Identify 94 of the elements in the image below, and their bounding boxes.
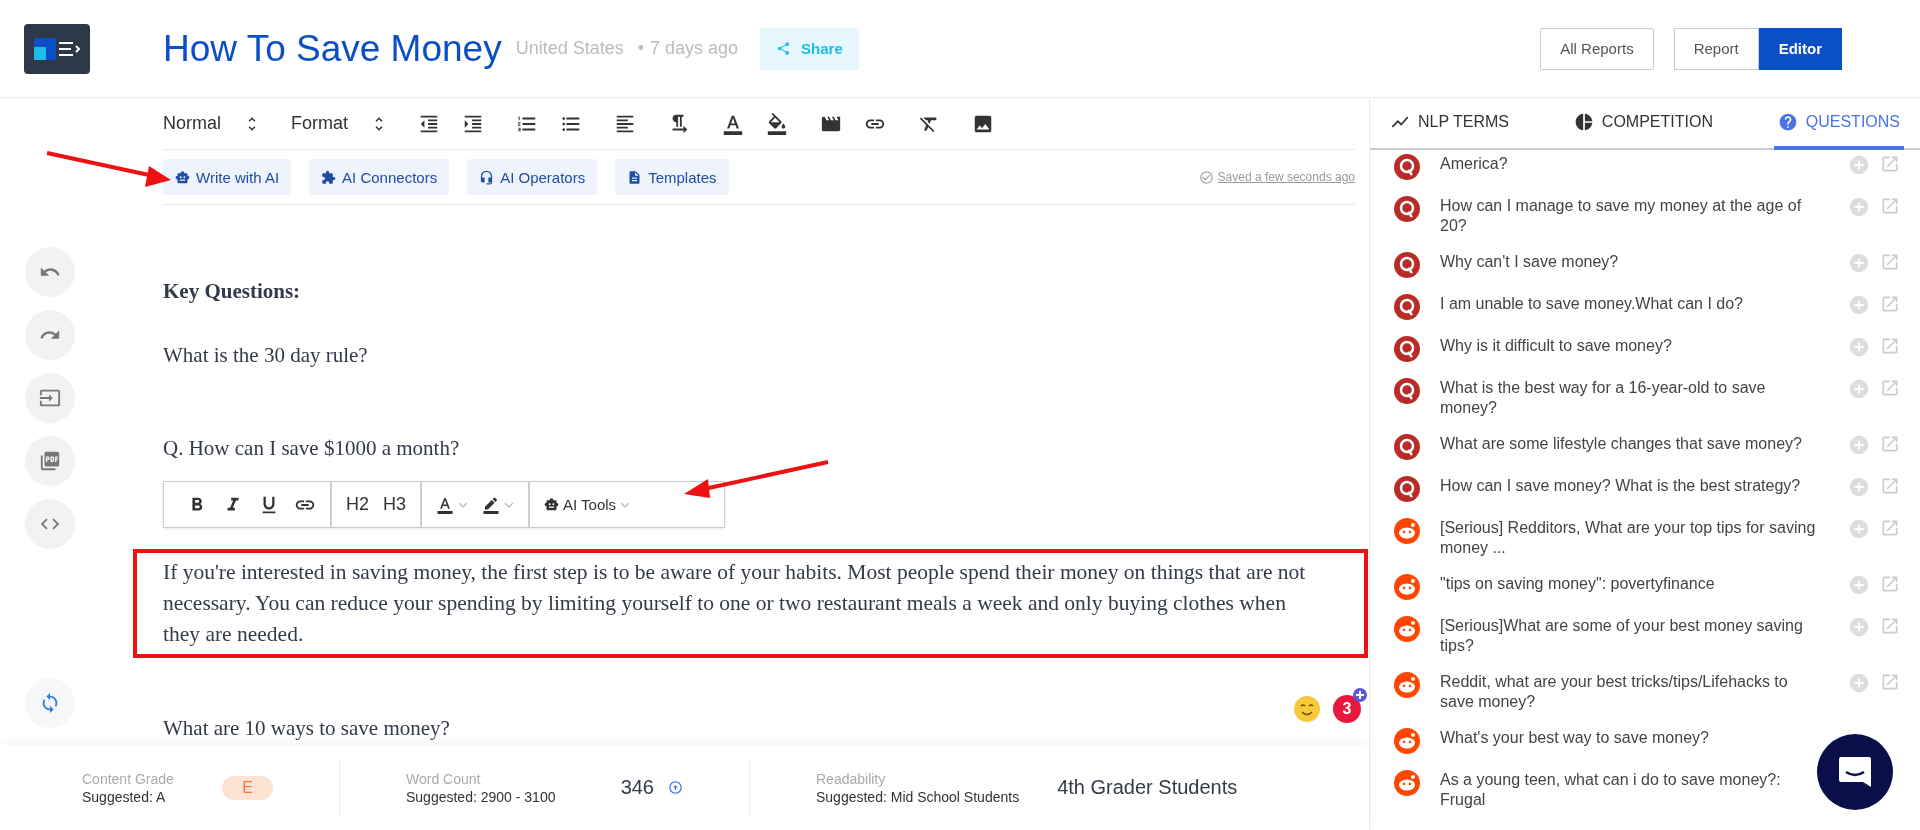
undo-button[interactable] [25,247,75,297]
question-item[interactable]: "tips on saving money": povertyfinance [1440,574,1820,594]
quora-icon [1394,154,1420,180]
question-item[interactable]: [Serious]What are some of your best money saving tips? [1440,616,1820,656]
quora-icon [1394,294,1420,320]
ai-button[interactable]: Write with AI [163,159,292,195]
reddit-icon [1394,574,1420,600]
ai-button[interactable]: Templates [615,159,729,195]
quora-icon [1394,336,1420,362]
redo-button[interactable] [25,310,75,360]
ai-button[interactable]: AI Connectors [309,159,450,195]
pdf-button[interactable] [25,436,75,486]
metric-label: Word Count [406,770,482,787]
ai-tools-dropdown[interactable]: AI Tools [544,496,631,513]
question-item[interactable]: Why can't I save money? [1440,252,1820,272]
reddit-icon [1394,672,1420,698]
reddit-icon [1394,728,1420,754]
chat-icon [1837,755,1873,789]
quora-icon [1394,196,1420,222]
question-text: Q. How can I save $1000 a month? [163,436,461,461]
document-icon [627,169,643,185]
block-style-select[interactable]: Normal [163,113,261,134]
metric-label: Content Grade [82,770,174,787]
pie-chart-icon [1573,112,1594,132]
arrow-up-icon[interactable] [668,780,683,795]
logo-icon [33,37,56,60]
code-button[interactable] [25,499,75,549]
question-item[interactable]: As a young teen, what can i do to save money?: Frugal [1440,770,1820,810]
location-text: United States [515,38,624,59]
question-item[interactable]: How can I save money? What is the best strategy? [1440,476,1820,496]
readability-value: 4th Grader Students [1057,776,1238,799]
sync-button[interactable] [25,678,75,728]
robot-icon [544,497,560,512]
question-icon [1777,112,1798,132]
panel-tab[interactable]: COMPETITION [1569,98,1717,150]
suggested-text: Suggested: 2900 - 3100 [406,788,556,805]
text-color-icon [436,495,455,514]
heading-button[interactable]: H3 [383,494,407,515]
view-toggle[interactable]: Editor [1758,27,1842,70]
quora-icon [1394,378,1420,404]
notification-badge: 3 [1333,695,1361,723]
text-color-button[interactable] [436,495,469,514]
menu-icon [58,40,81,57]
question-item[interactable]: How can I manage to save my money at the age of 20? [1440,196,1820,236]
caret-icon [458,501,469,508]
share-icon [776,41,792,56]
suggested-text: Suggested: A [82,788,167,805]
robot-icon [175,169,190,185]
report-title: How To Save Money [163,27,502,70]
highlight-color-button[interactable] [482,495,515,514]
pdf-icon [39,450,61,472]
background-color-icon[interactable] [766,112,789,135]
question-item[interactable]: What's your best way to save money? [1440,728,1820,748]
emoji-icon [1293,695,1321,723]
suggested-text: Suggested: Mid School Students [816,788,1020,805]
separator-dot: • [637,38,645,59]
panel-tab[interactable]: NLP TERMS [1386,98,1513,150]
heading-text: Key Questions: [163,279,302,304]
paragraph-text: If you're interested in saving money, the first step is to be aware of your habits. Most people spend their money on things that are not necessary. You can reduce your spending by limiting yourself to one or two restaurant meals a week and only buying clothes when they are needed. [163,559,1307,648]
caret-icon [504,501,515,508]
plus-icon [1353,688,1367,702]
import-icon [39,387,61,409]
all-reports-button[interactable]: All Reports [1540,27,1654,70]
view-toggle[interactable]: Report [1673,27,1759,70]
import-button[interactable] [25,373,75,423]
caret-icon [620,501,631,508]
grade-badge: E [222,775,273,800]
question-item[interactable]: What is the best way for a 16-year-old to save money? [1440,378,1820,418]
reddit-icon [1394,770,1420,796]
reddit-icon [1394,616,1420,642]
puzzle-icon [321,169,337,185]
quora-icon [1394,476,1420,502]
heading-button[interactable]: H2 [346,494,369,515]
quora-icon [1394,252,1420,278]
question-item[interactable]: I am unable to save money.What can I do? [1440,294,1820,314]
check-icon [1198,169,1214,185]
word-count-value: 346 [620,776,654,799]
panel-tab[interactable]: QUESTIONS [1773,98,1904,150]
format-select[interactable]: Format [291,113,389,134]
question-text: What are 10 ways to save money? [163,716,451,741]
question-item[interactable]: Why is it difficult to save money? [1440,336,1820,356]
headset-icon [479,169,495,185]
metric-label: Readability [816,770,887,787]
question-item[interactable]: [Serious] Redditors, What are your top tips for saving money ... [1440,518,1820,558]
reddit-icon [1394,518,1420,544]
quora-icon [1394,434,1420,460]
pen-icon [482,495,501,514]
age-text: 7 days ago [650,38,739,59]
question-item[interactable]: What are some lifestyle changes that save money? [1440,434,1820,454]
paragraph-text: What is the 30 day rule? [163,343,369,368]
question-item[interactable]: America? [1440,154,1820,174]
ai-button[interactable]: AI Operators [467,159,598,195]
question-item[interactable]: Reddit, what are your best tricks/tips/Lifehacks to save money? [1440,672,1820,712]
logo-button[interactable] [24,23,90,74]
